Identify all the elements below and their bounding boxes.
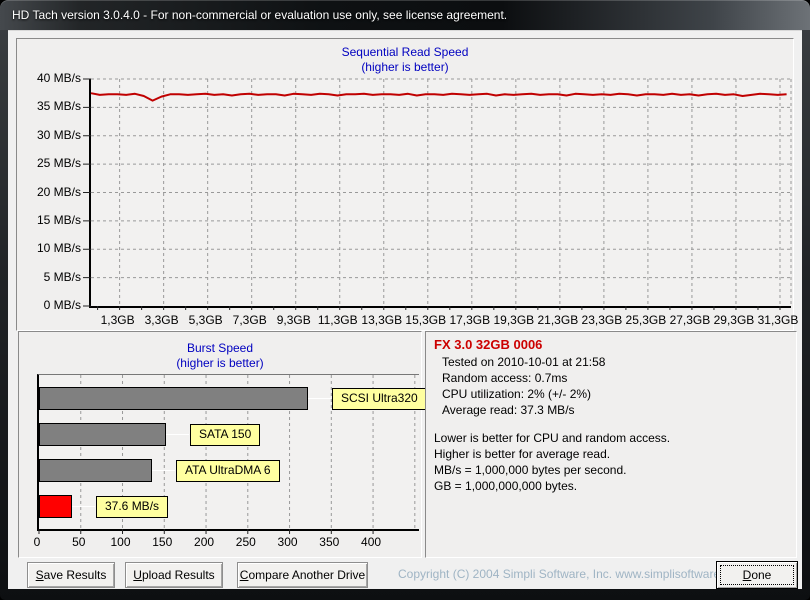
upload-results-button[interactable]: Upload Results	[125, 562, 223, 588]
burst-x-tick-label: 200	[194, 535, 215, 549]
seq-axis-ticks	[83, 78, 781, 310]
info-line: Tested on 2010-10-01 at 21:58	[442, 355, 606, 369]
info-note: MB/s = 1,000,000 bytes per second.	[434, 463, 627, 477]
legend-notes: Lower is better for CPU and random acces…	[434, 430, 670, 494]
info-note: Lower is better for CPU and random acces…	[434, 431, 671, 445]
save-results-button[interactable]: Save Results	[27, 562, 115, 588]
burst-x-tick-label: 0	[33, 535, 41, 549]
burst-bar	[39, 423, 166, 446]
seq-y-tick-label: 30 MB/s	[36, 127, 81, 142]
sequential-chart-subtitle: (higher is better)	[361, 60, 449, 74]
bar-value-label: SATA 150	[190, 424, 261, 446]
drive-stats: Tested on 2010-10-01 at 21:58 Random acce…	[442, 354, 605, 418]
burst-bar	[39, 459, 152, 482]
compare-another-drive-button[interactable]: Compare Another Drive	[237, 562, 368, 588]
window-titlebar[interactable]: HD Tach version 3.0.4.0 - For non-commer…	[0, 0, 810, 30]
burst-x-tick-label: 300	[277, 535, 298, 549]
burst-x-tick-label: 150	[152, 535, 173, 549]
burst-speed-plot: SCSI Ultra320 SATA 150 ATA UltraDMA 6 37.6 …	[37, 374, 427, 534]
burst-chart-subtitle: (higher is better)	[176, 356, 264, 370]
window-title: HD Tach version 3.0.4.0 - For non-commer…	[12, 8, 508, 22]
bar-value-label: 37.6 MB/s	[96, 496, 169, 518]
save-results-label: Save Results	[35, 568, 107, 582]
info-line: CPU utilization: 2% (+/- 2%)	[442, 387, 592, 401]
info-line: Average read: 37.3 MB/s	[442, 403, 575, 417]
sequential-read-svg	[83, 78, 792, 310]
upload-results-label: Upload Results	[133, 568, 215, 582]
sequential-read-panel: Sequential Read Speed (higher is better)…	[16, 38, 798, 331]
bar-connector-line	[166, 434, 189, 435]
burst-x-tick-label: 50	[72, 535, 86, 549]
sequential-chart-title-text: Sequential Read Speed	[341, 45, 469, 59]
seq-y-tick-label: 25 MB/s	[36, 156, 81, 171]
seq-y-tick-label: 10 MB/s	[36, 241, 81, 256]
burst-bar	[39, 495, 72, 518]
sequential-read-plot	[83, 78, 792, 310]
burst-bar	[39, 387, 308, 410]
burst-axis-ticks	[38, 529, 374, 534]
seq-x-tick-label: 31,3GB	[757, 313, 799, 327]
bar-connector-line	[72, 506, 95, 507]
info-note: Higher is better for average read.	[434, 447, 611, 461]
drive-info-panel: FX 3.0 32GB 0006 Tested on 2010-10-01 at…	[425, 331, 797, 558]
client-area: Sequential Read Speed (higher is better)…	[8, 30, 802, 589]
done-label: Done	[742, 568, 772, 582]
done-button[interactable]: Done	[716, 561, 798, 589]
hd-tach-window: HD Tach version 3.0.4.0 - For non-commer…	[0, 0, 810, 600]
seq-gridlines	[91, 78, 792, 306]
burst-chart-title-text: Burst Speed	[186, 341, 254, 355]
burst-speed-panel: Burst Speed (higher is better) SCSI Ultr…	[18, 331, 427, 558]
info-line: Random access: 0.7ms	[442, 371, 568, 385]
burst-x-tick-label: 350	[319, 535, 340, 549]
burst-x-tick-label: 400	[361, 535, 382, 549]
seq-y-tick-label: 20 MB/s	[36, 184, 81, 199]
info-note: GB = 1,000,000,000 bytes.	[434, 479, 578, 493]
copyright-text: Copyright (C) 2004 Simpli Software, Inc.…	[398, 567, 747, 581]
burst-x-tick-label: 250	[235, 535, 256, 549]
burst-x-tick-label: 100	[110, 535, 131, 549]
bar-connector-line	[308, 398, 331, 399]
sequential-chart-title: Sequential Read Speed (higher is better)	[17, 45, 793, 75]
seq-y-tick-label: 0 MB/s	[43, 298, 81, 312]
seq-y-tick-label: 40 MB/s	[36, 71, 81, 85]
bar-value-label: SCSI Ultra320	[332, 388, 427, 410]
seq-y-tick-label: 5 MB/s	[43, 269, 81, 284]
seq-y-tick-label: 35 MB/s	[36, 99, 81, 114]
seq-y-tick-label: 15 MB/s	[36, 212, 81, 227]
burst-chart-title: Burst Speed (higher is better)	[19, 341, 421, 371]
compare-another-drive-label: Compare Another Drive	[239, 568, 366, 582]
drive-name: FX 3.0 32GB 0006	[434, 337, 543, 352]
bar-connector-line	[152, 470, 175, 471]
bar-value-label: ATA UltraDMA 6	[176, 460, 280, 482]
sequential-read-line	[90, 92, 787, 102]
